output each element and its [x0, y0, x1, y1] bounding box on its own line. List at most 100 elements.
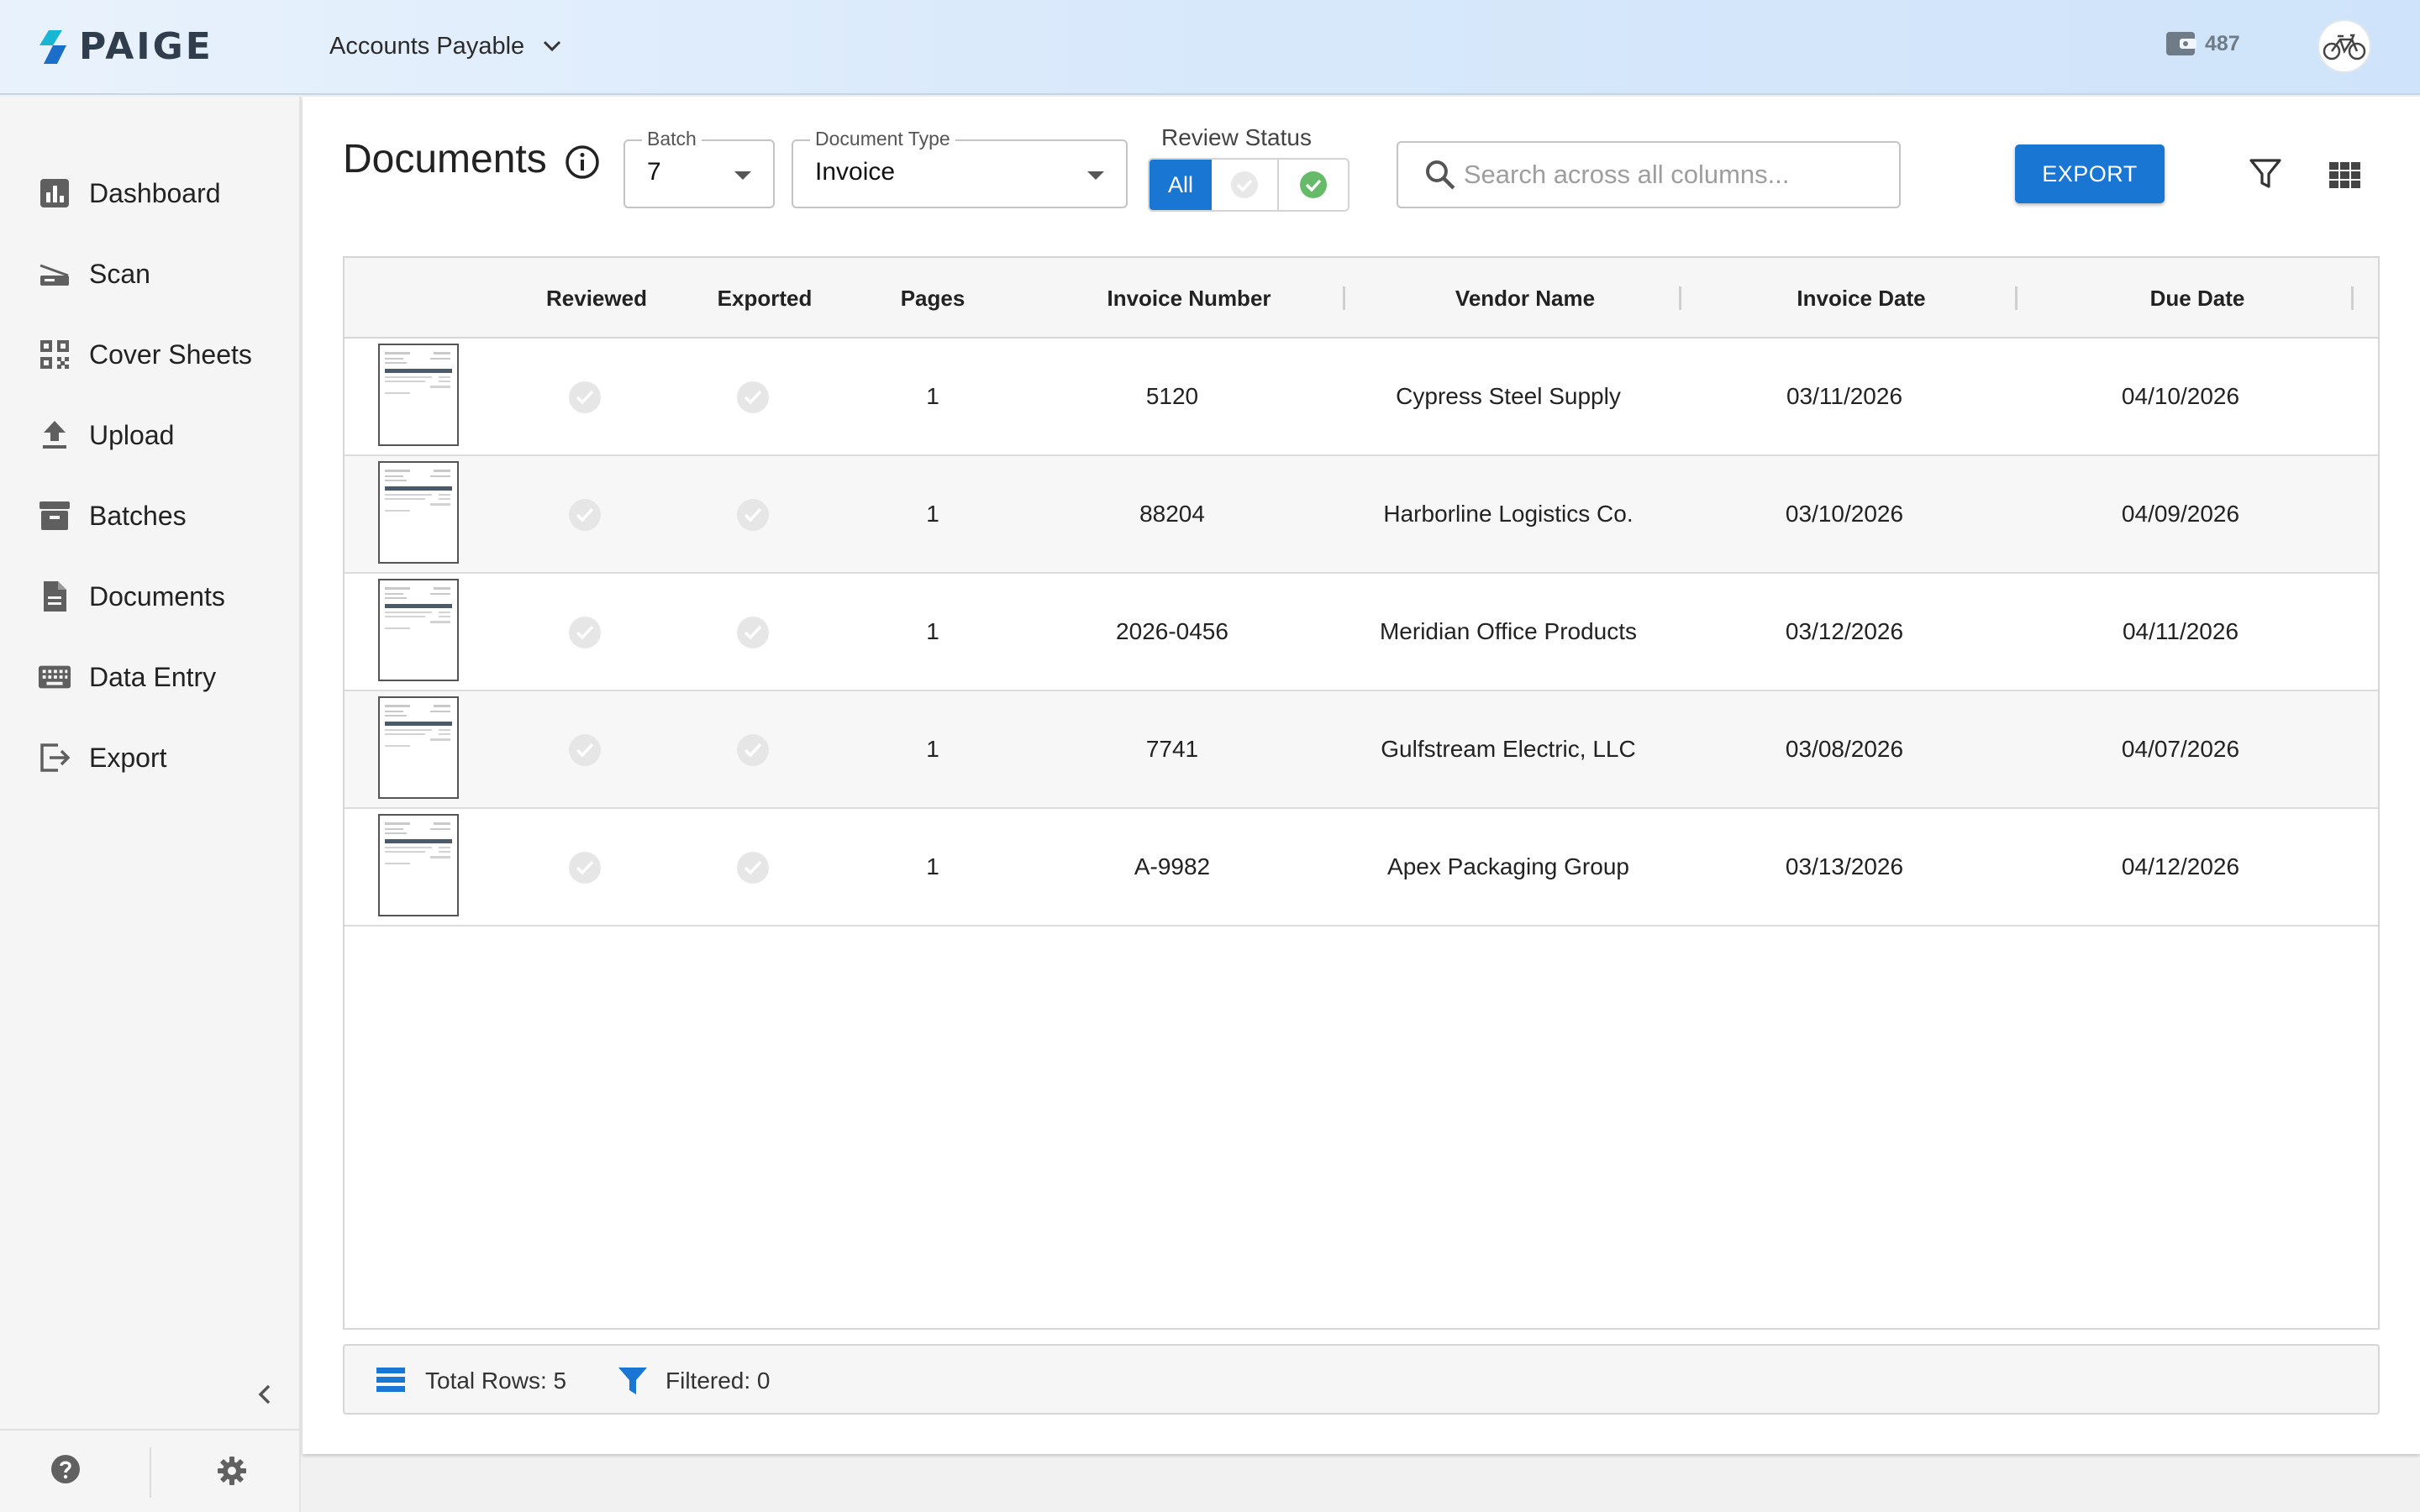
reviewed-status[interactable]	[568, 733, 602, 767]
column-resize-handle[interactable]	[2351, 286, 2354, 310]
batch-select-value: 7	[647, 158, 661, 186]
column-header-exported[interactable]: Exported	[672, 258, 857, 339]
reviewed-status[interactable]	[568, 498, 602, 532]
table-row[interactable]: 1 88204 Harborline Logistics Co. 03/10/2026…	[345, 456, 2378, 574]
credits-indicator[interactable]: 487	[2165, 29, 2240, 59]
review-status-reviewed-button[interactable]	[1279, 160, 1348, 210]
info-button[interactable]	[565, 144, 600, 180]
table-row[interactable]: 1 5120 Cypress Steel Supply 03/11/2026 04/10…	[345, 339, 2378, 456]
cell-pages: 1	[926, 383, 939, 409]
check-circle-icon	[569, 734, 601, 766]
cell-pages: 1	[926, 853, 939, 879]
documents-table: Reviewed Exported Pages Invoice Number V…	[343, 256, 2380, 1330]
column-header-vendor-name[interactable]: Vendor Name	[1361, 258, 1689, 339]
column-header-invoice-date[interactable]: Invoice Date	[1697, 258, 2025, 339]
page-title: Documents	[343, 137, 547, 181]
cell-due-date: 04/10/2026	[2121, 383, 2240, 409]
qr-code-icon	[38, 338, 71, 371]
rows-icon	[376, 1368, 405, 1392]
gear-icon	[218, 1457, 246, 1485]
sidebar-item-label: Export	[89, 742, 167, 773]
column-resize-handle[interactable]	[1679, 286, 1681, 310]
sidebar-item-cover-sheets[interactable]: Cover Sheets	[0, 321, 299, 388]
check-circle-icon	[569, 852, 601, 884]
column-resize-handle[interactable]	[2015, 286, 2018, 310]
sidebar-item-documents[interactable]: Documents	[0, 563, 299, 630]
sidebar-item-upload[interactable]: Upload	[0, 402, 299, 469]
workspace-selector[interactable]: Accounts Payable	[329, 25, 561, 67]
reviewed-status[interactable]	[568, 381, 602, 414]
document-icon	[38, 580, 71, 613]
sidebar-item-export[interactable]: Export	[0, 724, 299, 791]
user-avatar[interactable]	[2319, 21, 2370, 71]
reviewed-status[interactable]	[568, 851, 602, 885]
cell-vendor-name: Meridian Office Products	[1379, 618, 1638, 644]
help-icon	[51, 1455, 80, 1483]
review-status-all-button[interactable]: All	[1150, 160, 1212, 210]
batch-select[interactable]: Batch 7	[623, 128, 775, 208]
cell-pages: 1	[926, 736, 939, 762]
scanner-icon	[38, 257, 71, 291]
credits-count: 487	[2205, 31, 2240, 55]
cell-invoice-date: 03/10/2026	[1785, 501, 1904, 527]
wallet-icon	[2166, 32, 2196, 55]
filter-button[interactable]	[2249, 158, 2282, 190]
exported-status	[736, 616, 770, 649]
column-header-pages[interactable]: Pages	[840, 258, 1025, 339]
check-circle-icon	[569, 499, 601, 531]
cell-invoice-number: 2026-0456	[1116, 618, 1228, 644]
table-row[interactable]: 1 2026-0456 Meridian Office Products 03/12/…	[345, 574, 2378, 691]
column-header-reviewed[interactable]: Reviewed	[504, 258, 689, 339]
column-header-invoice-number[interactable]: Invoice Number	[1025, 258, 1353, 339]
column-layout-button[interactable]	[2329, 162, 2361, 189]
cell-invoice-number: 7741	[1145, 736, 1199, 762]
batch-select-label: Batch	[642, 128, 702, 150]
settings-button[interactable]	[217, 1456, 247, 1486]
chevron-left-icon	[258, 1384, 271, 1404]
caret-down-icon	[734, 171, 751, 180]
document-thumbnail[interactable]	[378, 696, 459, 799]
table-row[interactable]: 1 7741 Gulfstream Electric, LLC 03/08/2026 0…	[345, 691, 2378, 809]
search-field[interactable]	[1397, 141, 1901, 208]
help-button[interactable]	[50, 1454, 81, 1484]
sidebar-item-data-entry[interactable]: Data Entry	[0, 643, 299, 711]
cell-due-date: 04/09/2026	[2121, 501, 2240, 527]
document-preview-icon	[385, 470, 452, 512]
sidebar-item-scan[interactable]: Scan	[0, 240, 299, 307]
cell-invoice-date: 03/13/2026	[1785, 853, 1904, 879]
sidebar-item-label: Dashboard	[89, 177, 221, 208]
keyboard-icon	[38, 660, 71, 694]
footer-divider	[150, 1447, 151, 1498]
document-thumbnail[interactable]	[378, 461, 459, 564]
sidebar-item-dashboard[interactable]: Dashboard	[0, 160, 299, 227]
document-preview-icon	[385, 822, 452, 864]
app-logo[interactable]: PAIGE	[37, 25, 213, 68]
sidebar-item-label: Upload	[89, 419, 175, 450]
table-status-bar: Total Rows: 5 Filtered: 0	[343, 1344, 2380, 1415]
export-button[interactable]: EXPORT	[2015, 144, 2165, 203]
collapse-sidebar-button[interactable]	[250, 1379, 281, 1410]
sidebar-footer	[0, 1429, 299, 1512]
info-icon	[566, 145, 599, 179]
search-input[interactable]	[1463, 160, 1899, 190]
sidebar-item-label: Data Entry	[89, 661, 217, 692]
sidebar-item-batches[interactable]: Batches	[0, 482, 299, 549]
column-header-thumbnail	[345, 258, 504, 339]
cell-invoice-number: A-9982	[1134, 853, 1211, 879]
review-status-unreviewed-button[interactable]	[1212, 160, 1279, 210]
check-circle-icon	[1300, 171, 1327, 198]
column-header-due-date[interactable]: Due Date	[2033, 258, 2361, 339]
document-type-select[interactable]: Document Type Invoice	[792, 128, 1128, 208]
column-resize-handle[interactable]	[1343, 286, 1345, 310]
check-circle-icon	[569, 381, 601, 413]
review-status-label: Review Status	[1161, 124, 1312, 150]
check-circle-icon	[737, 734, 769, 766]
check-circle-icon	[737, 617, 769, 648]
document-thumbnail[interactable]	[378, 814, 459, 916]
reviewed-status[interactable]	[568, 616, 602, 649]
cell-pages: 1	[926, 501, 939, 527]
document-thumbnail[interactable]	[378, 344, 459, 446]
table-row[interactable]: 1 A-9982 Apex Packaging Group 03/13/2026 04/…	[345, 809, 2378, 927]
document-type-value: Invoice	[815, 158, 896, 186]
document-thumbnail[interactable]	[378, 579, 459, 681]
